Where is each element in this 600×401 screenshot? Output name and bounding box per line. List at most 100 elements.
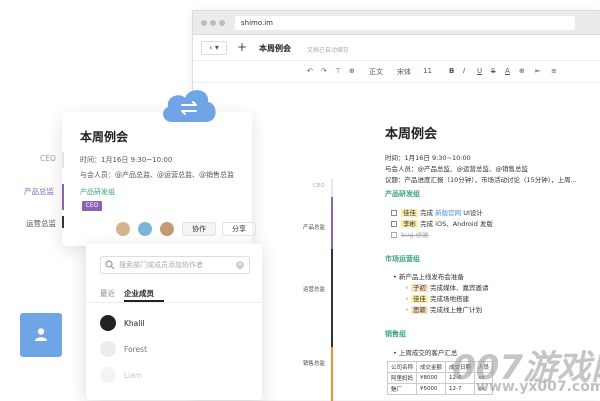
task-text-suffix: UI设计 — [463, 209, 483, 217]
section-product[interactable]: 产品研发组 — [385, 189, 420, 199]
member-name[interactable]: Liam — [124, 371, 142, 380]
indent-icon[interactable]: ⇤ — [535, 67, 541, 75]
user-tile[interactable] — [20, 313, 62, 357]
search-icon — [105, 260, 115, 270]
outline-line-ops — [331, 249, 333, 347]
doc-title[interactable]: 本周例会 — [385, 123, 437, 142]
outline-line-sales — [331, 347, 333, 401]
assignee-tag: 佳佳 — [401, 209, 418, 217]
outline-label-ops[interactable]: 运营总监 — [303, 285, 325, 293]
sub-item[interactable]: ◦ 佳佳 完成场地搭建 — [405, 293, 469, 303]
doc-agenda[interactable]: 议题：产品进度汇报（10分钟），市场活动讨论（15分钟），上周... — [385, 174, 599, 184]
task-checkbox-checked[interactable] — [391, 232, 397, 238]
paragraph-style-select[interactable]: 正文 — [369, 67, 383, 77]
format-painter-icon[interactable]: ⊕ — [349, 67, 355, 75]
tab-company-members[interactable]: 企业成员 — [124, 288, 154, 299]
font-size-select[interactable]: 11 — [423, 67, 432, 75]
bold-button[interactable]: B — [449, 67, 454, 75]
task-item[interactable]: bug-修复 — [391, 229, 429, 239]
share-button[interactable]: 分享 — [222, 222, 256, 236]
doc-tab-title[interactable]: 本周例会 — [259, 43, 291, 54]
task-checkbox[interactable] — [391, 210, 397, 216]
table-cell[interactable]: 阿里妈妈 — [386, 372, 418, 384]
side-label-product[interactable]: 产品总监 — [24, 186, 54, 197]
assignee-tag: 子初 — [410, 284, 428, 292]
highlight-icon[interactable]: ⊕ — [519, 67, 525, 75]
task-text-done: bug-修复 — [401, 231, 429, 239]
add-collaborator-popup: 搜索部门或成员添加协作者 × 最近 企业成员 Khalil Forest Lia… — [86, 244, 262, 400]
section-market[interactable]: 市场运营组 — [385, 254, 420, 264]
redo-icon[interactable]: ↷ — [321, 67, 327, 75]
table-header-cell[interactable]: 成交金额 — [416, 361, 447, 373]
clear-format-icon[interactable]: ⊤ — [335, 67, 341, 75]
card-title[interactable]: 本周例会 — [80, 128, 128, 145]
assignee-tag: 佳佳 — [410, 295, 428, 303]
sub-item-text: 完成场地搭建 — [429, 295, 469, 303]
doc-attendees[interactable]: 与会人员：@产品总监、@运营总监、@销售总监 — [385, 163, 528, 173]
side-label-ops[interactable]: 运营总监 — [26, 218, 56, 229]
collab-button[interactable]: 协作 — [182, 222, 216, 236]
bullet-item[interactable]: • 新产品上线发布会准备 — [393, 271, 464, 281]
card-line-product — [62, 184, 64, 210]
member-name[interactable]: Khalil — [124, 319, 145, 328]
autosave-hint: 文档已自动保存 — [307, 47, 350, 54]
member-name[interactable]: Forest — [124, 345, 147, 354]
card-line-ceo — [62, 152, 64, 168]
card-group: 产品研发组 — [80, 188, 115, 196]
task-link[interactable]: 新版官网 — [435, 209, 461, 217]
meeting-card: 本周例会 时间：1月16日 9:30~10:00 与会人员：@产品总监、@运营总… — [62, 112, 256, 246]
undo-icon[interactable]: ↶ — [307, 67, 313, 75]
avatar[interactable] — [138, 222, 152, 236]
window-dot[interactable] — [219, 20, 225, 26]
font-family-select[interactable]: 宋体 — [397, 67, 411, 77]
assignee-tag: 思颖 — [410, 306, 428, 314]
task-text: 完成 — [420, 209, 434, 217]
sub-item-text: 完成线上推广计划 — [429, 306, 482, 314]
task-item[interactable]: 李彬 完成 iOS、Android 发版 — [391, 218, 493, 228]
card-time: 时间：1月16日 9:30~10:00 — [80, 156, 173, 164]
avatar[interactable] — [116, 222, 130, 236]
outline-label-product[interactable]: 产品总监 — [303, 223, 325, 231]
tab-recent[interactable]: 最近 — [100, 288, 115, 299]
avatar[interactable] — [160, 222, 174, 236]
new-doc-plus-icon[interactable]: + — [237, 40, 247, 54]
align-icon[interactable]: ≡ — [551, 67, 557, 75]
avatar[interactable] — [100, 341, 116, 357]
doc-time[interactable]: 时间：1月16日 9:30~10:00 — [385, 152, 471, 162]
sub-item[interactable]: ◦ 思颖 完成线上推广计划 — [405, 304, 482, 314]
url-bar[interactable]: shimo.im — [235, 16, 575, 30]
task-text: 完成 iOS、Android 发版 — [420, 220, 493, 228]
strikethrough-button[interactable]: S — [491, 67, 495, 75]
italic-button[interactable]: I — [463, 67, 465, 75]
watermark-url: www.yx007.com — [476, 379, 600, 395]
bullet-item[interactable]: • 上周成交的客户汇总 — [393, 347, 457, 357]
tab-divider — [86, 302, 262, 303]
table-cell[interactable]: ¥8000 — [416, 372, 447, 384]
table-header-cell[interactable]: 公司名称 — [386, 361, 418, 373]
card-attendees: 与会人员：@产品总监、@运营总监、@销售总监 — [80, 171, 234, 179]
underline-button[interactable]: U — [477, 67, 482, 75]
back-forward-button[interactable]: ‹ ▾ — [201, 41, 227, 55]
outline-label-ceo[interactable]: CEO — [313, 183, 325, 189]
text-color-button[interactable]: A — [505, 67, 510, 75]
member-search-input[interactable]: 搜索部门或成员添加协作者 — [100, 256, 250, 274]
task-item[interactable]: 佳佳 完成 新版官网 UI设计 — [391, 207, 483, 217]
section-sales[interactable]: 销售组 — [385, 329, 406, 339]
window-dot[interactable] — [201, 20, 207, 26]
sub-item-text: 完成媒体、嘉宾邀请 — [429, 284, 489, 292]
side-label-ceo[interactable]: CEO — [40, 154, 56, 163]
table-cell[interactable]: ¥5000 — [416, 383, 447, 395]
task-checkbox[interactable] — [391, 221, 397, 227]
outline-label-sales[interactable]: 销售总监 — [303, 359, 325, 367]
window-dot[interactable] — [210, 20, 216, 26]
avatar[interactable] — [100, 315, 116, 331]
format-toolbar: ↶ ↷ ⊤ ⊕ 正文 宋体 11 B I U S A ⊕ ⇤ ≡ — [193, 61, 600, 83]
clear-search-icon[interactable]: × — [236, 261, 244, 269]
browser-titlebar: shimo.im — [193, 11, 600, 35]
ceo-badge: CEO — [82, 201, 102, 211]
cloud-sync-icon — [163, 90, 216, 122]
sub-item[interactable]: ◦ 子初 完成媒体、嘉宾邀请 — [405, 282, 488, 292]
bullet-text: 新产品上线发布会准备 — [398, 273, 464, 281]
table-cell[interactable]: 魅厂 — [386, 383, 418, 395]
avatar[interactable] — [100, 367, 116, 383]
